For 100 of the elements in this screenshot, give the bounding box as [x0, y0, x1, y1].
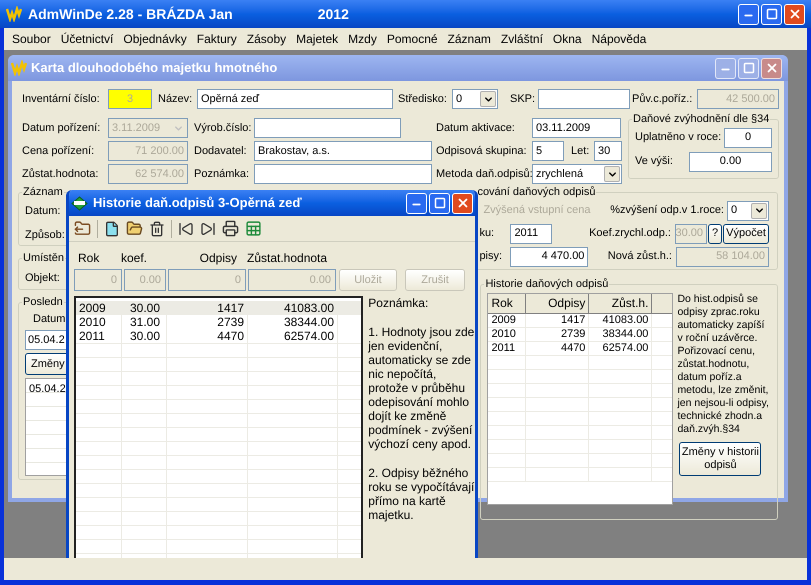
menu-item[interactable]: Účetnictví [56, 30, 118, 48]
open-folder-icon[interactable] [126, 220, 143, 237]
dialog-icon [71, 196, 88, 210]
field-label: Ve výši: [635, 154, 673, 170]
text-field[interactable]: 0 [724, 128, 772, 148]
maximize-icon [434, 197, 446, 209]
field-label: Datum: [25, 204, 60, 218]
menu-item[interactable]: Pomocné [382, 30, 443, 48]
close-icon [764, 61, 778, 75]
field-label: Datum [33, 312, 66, 326]
field-label: Datum pořízení: [22, 120, 102, 136]
menu-item[interactable]: Majetek [291, 30, 344, 48]
group-label: Záznam [22, 185, 64, 200]
text-field[interactable] [538, 89, 630, 109]
text-field[interactable] [254, 164, 432, 184]
table-cell: 41083.00 [589, 314, 652, 326]
first-record-icon[interactable] [178, 220, 194, 236]
menu-item[interactable]: Soubor [7, 30, 56, 48]
menu-item[interactable]: Faktury [192, 30, 242, 48]
maximize-button[interactable] [761, 4, 782, 24]
close-icon [456, 196, 470, 210]
table-cell: 2010 [488, 328, 526, 340]
field-label: Dodavatel: [194, 144, 248, 159]
field-label: Koef.zrychl.odp.: [589, 226, 671, 242]
dropdown-field[interactable]: 0 [452, 89, 498, 109]
field-label: Způsob: [25, 228, 65, 243]
last-record-icon[interactable] [200, 220, 216, 236]
column-header[interactable]: Odpisy [526, 294, 590, 314]
menu-item[interactable]: Nápověda [586, 30, 652, 48]
field-label: Výrob.číslo: [194, 120, 250, 136]
text-field[interactable]: 03.11.2009 [532, 118, 621, 138]
menu-item[interactable]: Zásoby [242, 30, 292, 48]
column-header[interactable]: Zůst.h. [589, 294, 652, 314]
column-header[interactable]: Rok [488, 294, 526, 314]
folder-arrow-icon[interactable] [74, 220, 91, 237]
menu-item[interactable]: Záznam [442, 30, 496, 48]
table-cell: 2011 [488, 342, 526, 354]
text-field[interactable]: 5 [532, 141, 564, 161]
menu-item[interactable]: Zvláštní [496, 30, 548, 48]
field-label: Odpisová skupina: [436, 144, 528, 159]
trash-icon[interactable] [149, 220, 165, 236]
field-label: Zůstat.hodnota: [22, 166, 100, 182]
note-paragraph: Poznámka: [368, 296, 430, 310]
dropdown-field[interactable]: zrychlená [532, 164, 622, 184]
text-field[interactable]: 0.00 [689, 152, 772, 172]
close-button[interactable] [784, 4, 805, 24]
field-label: Nová zůst.h.: [608, 249, 672, 264]
field-label: Název: [158, 92, 193, 107]
table-cell: 62574.00 [589, 342, 652, 354]
field-label: Inventární číslo: [22, 92, 101, 107]
printer-icon[interactable] [222, 220, 239, 237]
child-window-title: Karta dlouhodobého majetku hmotného [31, 59, 278, 78]
group-label: Historie daňových odpisů [484, 277, 610, 292]
group-label: cování daňových odpisů [476, 185, 596, 200]
menu-item[interactable]: Okna [548, 30, 587, 48]
dialog-title: Historie daň.odpisů 3-Opěrná zeď [93, 194, 302, 212]
button[interactable]: Změny v historii odpisů [679, 442, 762, 476]
close-button[interactable] [761, 58, 782, 78]
field-label: Let: [571, 144, 590, 159]
menu-item[interactable]: Mzdy [343, 30, 382, 48]
table-cell: 38344.00 [589, 328, 652, 340]
field-label: Datum aktivace: [436, 120, 516, 136]
maximize-button[interactable] [429, 192, 450, 214]
close-icon [788, 7, 802, 21]
grid-cell: 62574.00 [248, 329, 338, 343]
minimize-button[interactable] [406, 192, 427, 214]
field-label: %zvýšení odp.v 1.roce: [610, 203, 724, 218]
text-field[interactable]: 2011 [510, 224, 552, 244]
field-label: ku: [479, 226, 496, 242]
group-label: Posledn [22, 295, 64, 310]
history-note: Do hist.odpisů se odpisy zprac.roku automaticky zapíší v roční uzávěrce. Pořizovací cenu, zůstat.hodnotu, datum poříz.a metodu, lze změnit, jen nejsou-li odpisy, technické zhodn.a daň.zvýh.§34 [677, 292, 770, 436]
text-field[interactable]: 30 [594, 141, 622, 161]
minimize-button[interactable] [738, 4, 759, 24]
maximize-icon [742, 62, 754, 74]
grid-row[interactable]: 2009 30.00 1417 41083.00 [76, 301, 362, 315]
text-field[interactable]: Opěrná zeď [197, 89, 393, 109]
column-header[interactable] [652, 294, 672, 314]
column-label: Odpisy [198, 250, 238, 267]
button[interactable]: Výpočet [723, 224, 769, 244]
field-label: SKP: [510, 92, 534, 107]
column-label: Rok [78, 250, 100, 267]
table-cell: 4470 [526, 342, 590, 354]
text-field[interactable]: 4 470.00 [510, 246, 588, 266]
field-label: Cena pořízení: [22, 144, 96, 159]
close-button[interactable] [452, 192, 473, 214]
text-field[interactable]: Brakostav, a.s. [254, 141, 432, 161]
button[interactable]: ? [708, 224, 722, 244]
field-label: Objekt: [25, 270, 60, 286]
text-field[interactable] [254, 118, 401, 138]
spreadsheet-icon[interactable] [245, 220, 262, 237]
document-icon[interactable] [104, 220, 120, 236]
grid-cell: 4470 [167, 329, 248, 343]
column-label: koef. [121, 250, 148, 267]
dropdown-field[interactable]: 0 [727, 200, 769, 220]
window-title: AdmWinDe 2.28 - BRÁZDA Jan [28, 4, 233, 24]
column-label: Zůstat.hodnota [247, 250, 328, 267]
grid-cell: 2011 [76, 329, 122, 343]
note-paragraph: 1. Hodnoty jsou zde jen evidenční, automaticky se zde nic nepočítá, protože v průběhu odepisování mohlo dojít ke změně podmínek - zvýšení výchozí ceny apod. [368, 325, 475, 451]
field-label: pisy: [479, 249, 504, 264]
menu-item[interactable]: Objednávky [118, 30, 192, 48]
